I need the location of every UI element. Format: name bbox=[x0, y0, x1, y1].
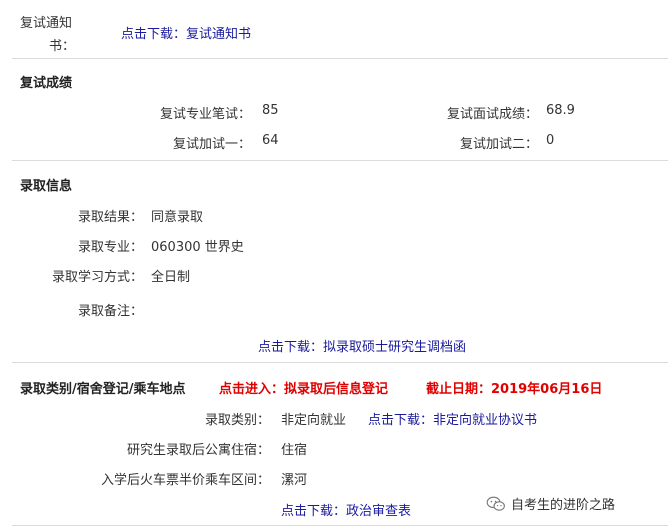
notice-label-line1: 复试通知 bbox=[20, 16, 73, 31]
interview-score-label: 复试面试成绩： bbox=[446, 107, 538, 122]
scores-title: 复试成绩 bbox=[20, 76, 73, 91]
divider bbox=[12, 58, 668, 59]
dorm-label: 研究生录取后公寓住宿： bbox=[126, 443, 270, 458]
info-registration-link[interactable]: 点击进入：拟录取后信息登记 bbox=[219, 378, 388, 397]
train-section-value: 漯河 bbox=[281, 473, 308, 488]
written-score-value: 85 bbox=[262, 103, 279, 118]
extra-test2-label: 复试加试二： bbox=[459, 137, 538, 152]
divider bbox=[12, 525, 668, 526]
wechat-icon bbox=[486, 496, 505, 511]
notice-label-line2: 书： bbox=[49, 39, 76, 54]
admission-major-value: 060300 世界史 bbox=[151, 240, 244, 255]
divider bbox=[12, 362, 668, 363]
study-mode-value: 全日制 bbox=[151, 270, 191, 285]
category-type-value: 非定向就业 bbox=[281, 413, 347, 428]
extra-test1-value: 64 bbox=[262, 133, 279, 148]
notice-download-link[interactable]: 点击下载：复试通知书 bbox=[121, 23, 251, 42]
deadline-text: 截止日期：2019年06月16日 bbox=[426, 382, 603, 397]
written-score-label: 复试专业笔试： bbox=[159, 107, 251, 122]
interview-score-value: 68.9 bbox=[546, 103, 575, 118]
admission-title: 录取信息 bbox=[20, 179, 73, 194]
category-title: 录取类别/宿舍登记/乘车地点 bbox=[20, 382, 186, 397]
transfer-letter-download-link[interactable]: 点击下载：拟录取硕士研究生调档函 bbox=[258, 336, 466, 355]
admission-major-label: 录取专业： bbox=[77, 240, 143, 255]
watermark: 自考生的进阶之路 bbox=[486, 494, 615, 513]
admission-result-value: 同意录取 bbox=[151, 210, 204, 225]
extra-test1-label: 复试加试一： bbox=[172, 137, 251, 152]
study-mode-label: 录取学习方式： bbox=[51, 270, 143, 285]
dorm-value: 住宿 bbox=[281, 443, 308, 458]
divider bbox=[12, 160, 668, 161]
agreement-download-link[interactable]: 点击下载：非定向就业协议书 bbox=[368, 409, 537, 428]
extra-test2-value: 0 bbox=[546, 133, 555, 148]
admission-result-label: 录取结果： bbox=[77, 210, 143, 225]
admission-note-label: 录取备注： bbox=[77, 304, 143, 319]
train-section-label: 入学后火车票半价乘车区间： bbox=[100, 473, 270, 488]
category-type-label: 录取类别： bbox=[204, 413, 270, 428]
watermark-text: 自考生的进阶之路 bbox=[511, 498, 616, 513]
political-review-download-link[interactable]: 点击下载：政治审查表 bbox=[281, 500, 411, 519]
